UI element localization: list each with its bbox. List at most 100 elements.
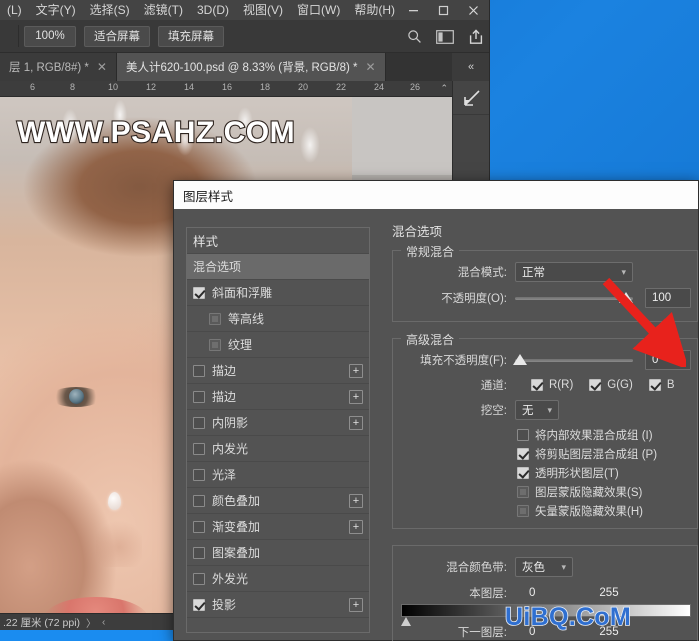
close-icon[interactable]: ✕ (366, 60, 376, 74)
channel-g[interactable]: G(G) (589, 376, 633, 395)
channel-r-checkbox[interactable] (531, 379, 543, 391)
style-checkbox[interactable] (193, 572, 205, 585)
close-icon[interactable]: ✕ (97, 60, 107, 74)
knockout-value: 无 (522, 405, 534, 417)
menu-bar: (L) 文字(Y) 选择(S) 滤镜(T) 3D(D) 视图(V) 窗口(W) … (0, 0, 489, 20)
blend-clipped-layers-row[interactable]: 将剪贴图层混合成组 (P) (517, 444, 691, 463)
chevron-left-icon[interactable]: ‹ (102, 617, 105, 628)
chevron-right-icon[interactable]: 〉 (86, 615, 96, 630)
menu-item-help[interactable]: 帮助(H) (347, 0, 402, 20)
add-effect-icon[interactable]: + (349, 389, 363, 404)
zoom-level-button[interactable]: 100% (24, 25, 76, 47)
general-blending-group: 常规混合 混合模式: 正常 ▾ 不透明度(O): 100 (392, 243, 698, 322)
search-icon[interactable] (407, 29, 422, 44)
workspace-icon[interactable] (436, 29, 454, 44)
panel-collapse-button[interactable]: « (452, 53, 489, 81)
minimize-button[interactable] (398, 0, 428, 20)
opacity-label: 不透明度(O): (441, 293, 507, 305)
style-checkbox[interactable] (193, 598, 205, 611)
menu-item-3d[interactable]: 3D(D) (190, 0, 236, 20)
fit-screen-button[interactable]: 适合屏幕 (84, 25, 150, 47)
style-item-blending-options[interactable]: 混合选项 (187, 254, 369, 280)
opacity-slider[interactable] (515, 291, 633, 305)
measure-tool-icon[interactable] (453, 81, 489, 115)
style-item-label: 投影 (212, 598, 237, 612)
fill-opacity-slider[interactable] (513, 353, 633, 367)
vector-mask-hides-effects-checkbox[interactable] (517, 504, 529, 517)
close-button[interactable] (458, 0, 488, 20)
style-checkbox[interactable] (193, 442, 205, 455)
menu-item-view[interactable]: 视图(V) (236, 0, 290, 20)
add-effect-icon[interactable]: + (349, 597, 363, 612)
style-checkbox[interactable] (193, 286, 205, 299)
style-checkbox[interactable] (193, 546, 205, 559)
opacity-value-field[interactable]: 100 (645, 288, 691, 308)
add-effect-icon[interactable]: + (349, 493, 363, 508)
style-item-stroke-1[interactable]: 描边 + (187, 358, 369, 384)
style-checkbox[interactable] (193, 468, 205, 481)
style-item-texture[interactable]: 纹理 (187, 332, 369, 358)
share-icon[interactable] (468, 28, 484, 45)
maximize-button[interactable] (428, 0, 458, 20)
style-checkbox[interactable] (209, 312, 221, 325)
this-layer-max[interactable]: 255 (599, 587, 618, 599)
layer-mask-hides-effects-checkbox[interactable] (517, 485, 529, 498)
opacity-slider-knob[interactable] (619, 292, 633, 303)
styles-list-column: 样式 混合选项 斜面和浮雕 等高线 纹理 描边 + 描边 + 内阴影 + 内发光… (174, 209, 380, 640)
style-checkbox[interactable] (193, 520, 205, 533)
blend-if-channel-select[interactable]: 灰色 ▾ (515, 557, 573, 577)
document-tab-1[interactable]: 层 1, RGB/8#) * ✕ (0, 53, 117, 81)
horizontal-ruler[interactable]: 6 8 10 12 14 16 18 20 22 24 26 ⌃ (0, 81, 452, 97)
style-item-bevel-emboss[interactable]: 斜面和浮雕 (187, 280, 369, 306)
layer-style-dialog: 图层样式 样式 混合选项 斜面和浮雕 等高线 纹理 描边 + 描边 + 内阴影 … (173, 180, 699, 641)
fill-opacity-slider-knob[interactable] (513, 354, 527, 365)
style-item-contour[interactable]: 等高线 (187, 306, 369, 332)
style-item-inner-glow[interactable]: 内发光 (187, 436, 369, 462)
menu-item-type[interactable]: 文字(Y) (29, 0, 83, 20)
style-checkbox[interactable] (193, 494, 205, 507)
style-checkbox[interactable] (193, 416, 205, 429)
chevron-up-icon[interactable]: ⌃ (440, 83, 448, 94)
style-item-label: 内阴影 (212, 416, 249, 430)
add-effect-icon[interactable]: + (349, 415, 363, 430)
style-item-drop-shadow[interactable]: 投影 + (187, 592, 369, 618)
style-item-inner-shadow[interactable]: 内阴影 + (187, 410, 369, 436)
channel-r[interactable]: R(R) (531, 376, 573, 395)
channel-g-checkbox[interactable] (589, 379, 602, 391)
this-layer-min[interactable]: 0 (529, 587, 535, 599)
blend-if-channel-value: 灰色 (522, 562, 545, 574)
menu-item-window[interactable]: 窗口(W) (290, 0, 347, 20)
style-checkbox[interactable] (193, 390, 205, 403)
style-item-pattern-overlay[interactable]: 图案叠加 (187, 540, 369, 566)
layer-mask-hides-effects-row[interactable]: 图层蒙版隐藏效果(S) (517, 482, 691, 501)
menu-item-filter[interactable]: 滤镜(T) (137, 0, 190, 20)
fill-opacity-row: 填充不透明度(F): 0 (399, 349, 691, 371)
style-item-outer-glow[interactable]: 外发光 (187, 566, 369, 592)
style-item-gradient-overlay[interactable]: 渐变叠加 + (187, 514, 369, 540)
add-effect-icon[interactable]: + (349, 363, 363, 378)
style-item-color-overlay[interactable]: 颜色叠加 + (187, 488, 369, 514)
style-checkbox[interactable] (209, 338, 221, 351)
channels-label: 通道: (480, 380, 507, 392)
menu-item-select[interactable]: 选择(S) (83, 0, 137, 20)
transparency-shapes-layer-row[interactable]: 透明形状图层(T) (517, 463, 691, 482)
fill-screen-button[interactable]: 填充屏幕 (158, 25, 224, 47)
fill-opacity-value-field[interactable]: 0 (645, 350, 691, 370)
knockout-select[interactable]: 无 ▾ (515, 400, 559, 420)
channel-b-checkbox[interactable] (648, 379, 661, 391)
blend-interior-effects-row[interactable]: 将内部效果混合成组 (I) (517, 425, 691, 444)
style-item-satin[interactable]: 光泽 (187, 462, 369, 488)
style-item-stroke-2[interactable]: 描边 + (187, 384, 369, 410)
vector-mask-hides-effects-row[interactable]: 矢量蒙版隐藏效果(H) (517, 501, 691, 520)
blend-clipped-layers-checkbox[interactable] (517, 447, 529, 460)
style-checkbox[interactable] (193, 364, 205, 377)
add-effect-icon[interactable]: + (349, 519, 363, 534)
blend-mode-select[interactable]: 正常 ▾ (515, 262, 633, 282)
this-layer-black-stop[interactable] (401, 617, 411, 626)
blend-interior-effects-checkbox[interactable] (517, 428, 529, 441)
channel-b[interactable]: B (648, 376, 675, 395)
document-tab-2[interactable]: 美人计620-100.psd @ 8.33% (背景, RGB/8) * ✕ (116, 53, 386, 81)
styles-list-header[interactable]: 样式 (187, 228, 369, 254)
transparency-shapes-layer-checkbox[interactable] (517, 466, 529, 479)
menu-item-layer[interactable]: (L) (0, 0, 29, 20)
